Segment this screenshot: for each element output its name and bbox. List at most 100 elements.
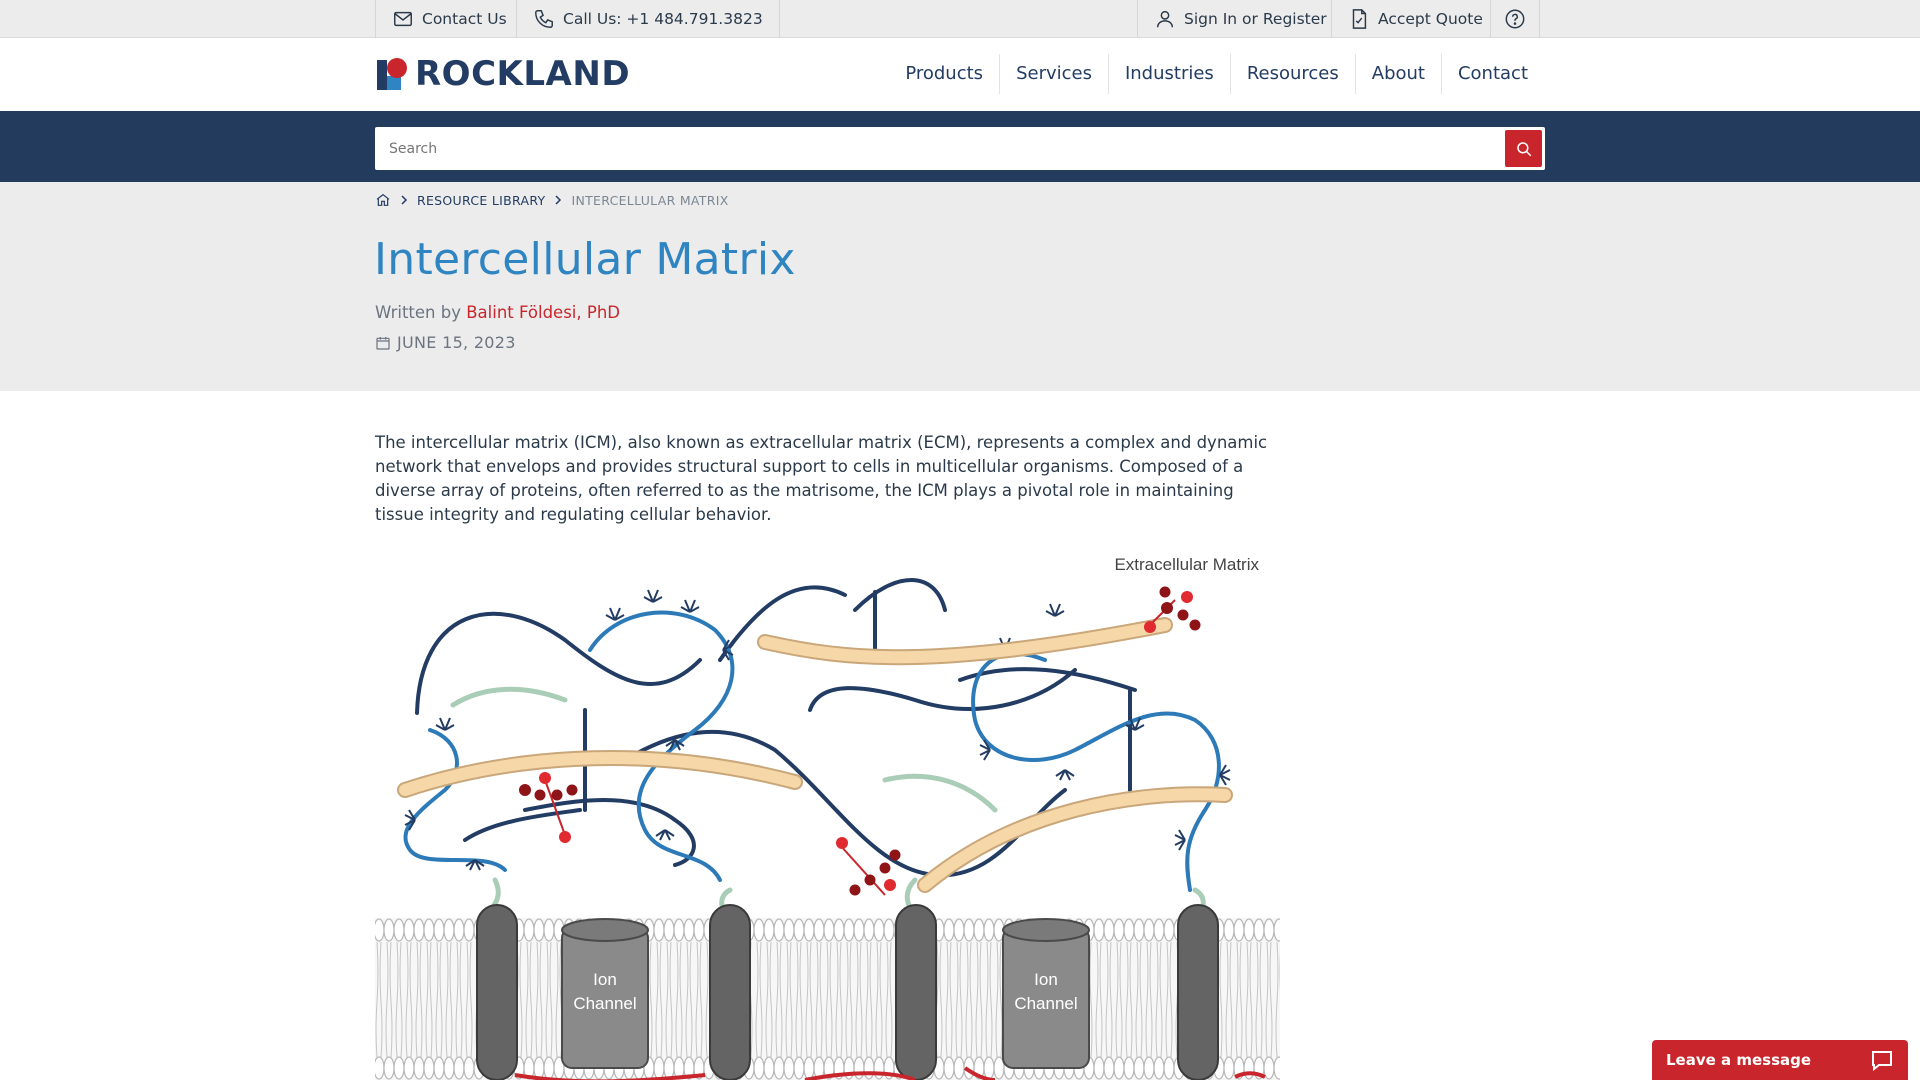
lipid-head (683, 918, 695, 942)
lipid-head (783, 1056, 795, 1080)
lipid-head (773, 918, 785, 942)
lipid-head (663, 1056, 675, 1080)
lipid-head (943, 1056, 955, 1080)
lipid-head (383, 1056, 395, 1080)
lipid-head (673, 918, 685, 942)
sign-in-link[interactable]: Sign In or Register (1137, 0, 1343, 38)
page-title: Intercellular Matrix (374, 234, 796, 285)
user-icon (1156, 10, 1174, 28)
accept-quote-label: Accept Quote (1378, 10, 1483, 28)
lipid-head (973, 918, 985, 942)
lipid-head (383, 918, 395, 942)
help-button[interactable] (1490, 0, 1540, 38)
chat-bubble-icon (1872, 1051, 1892, 1071)
lipid-head (953, 1056, 965, 1080)
lipid-head (953, 918, 965, 942)
search-button[interactable] (1505, 130, 1542, 167)
byline: Written by Balint Földesi, PhD (375, 303, 620, 322)
search-input[interactable] (375, 127, 1501, 170)
ion-channel-1: Ion Channel (561, 918, 649, 1069)
nav-contact[interactable]: Contact (1440, 54, 1544, 94)
publish-date-text: JUNE 15, 2023 (397, 333, 516, 352)
lipid-head (373, 1056, 385, 1080)
lipid-head (1133, 1056, 1145, 1080)
phone-icon (535, 10, 553, 28)
lipid-head (1253, 918, 1265, 942)
lipid-head (873, 918, 885, 942)
search-box (375, 127, 1545, 170)
figure-label: Extracellular Matrix (1114, 555, 1259, 574)
sign-in-label: Sign In or Register (1184, 10, 1327, 28)
lipid-head (653, 1056, 665, 1080)
lipid-head (653, 918, 665, 942)
breadcrumb-resource-library[interactable]: RESOURCE LIBRARY (417, 193, 545, 208)
nav-industries[interactable]: Industries (1107, 54, 1230, 94)
lipid-head (1133, 918, 1145, 942)
lipid-head (533, 918, 545, 942)
lipid-head (543, 918, 555, 942)
call-us-link[interactable]: Call Us: +1 484.791.3823 (516, 0, 780, 38)
breadcrumb-current: INTERCELLULAR MATRIX (571, 192, 729, 208)
contact-us-link[interactable]: Contact Us (375, 0, 523, 38)
lipid-head (1233, 918, 1245, 942)
lipid-head (763, 918, 775, 942)
nav-about[interactable]: About (1354, 54, 1441, 94)
lipid-head (403, 918, 415, 942)
search-band (0, 111, 1920, 182)
lipid-head (1163, 1056, 1175, 1080)
lipid-head (963, 918, 975, 942)
lipid-head (1273, 1056, 1285, 1080)
lipid-head (1153, 1056, 1165, 1080)
lipid-head (413, 918, 425, 942)
lipid-head (1103, 1056, 1115, 1080)
lipid-head (1093, 918, 1105, 942)
lipid-head (1143, 918, 1155, 942)
lipid-head (373, 918, 385, 942)
publish-date: JUNE 15, 2023 (375, 333, 516, 352)
lipid-head (853, 918, 865, 942)
ecm-illustration: Extracellular Matrix Ion Channel Ion Cha… (373, 555, 1285, 1080)
lipid-head (1223, 1056, 1235, 1080)
home-icon[interactable] (375, 192, 391, 208)
leave-message-widget[interactable]: Leave a message (1652, 1040, 1908, 1080)
lipid-head (753, 918, 765, 942)
lipid-head (773, 1056, 785, 1080)
lipid-head (983, 1056, 995, 1080)
lipid-head (863, 1056, 875, 1080)
logo-wordmark: ROCKLAND (415, 54, 631, 94)
main-nav: Products Services Industries Resources A… (889, 54, 1544, 94)
breadcrumb: RESOURCE LIBRARY INTERCELLULAR MATRIX (375, 192, 729, 208)
nav-services[interactable]: Services (999, 54, 1108, 94)
lipid-head (443, 918, 455, 942)
accept-quote-link[interactable]: Accept Quote (1331, 0, 1499, 38)
lipid-head (1263, 918, 1275, 942)
rockland-logo[interactable]: ROCKLAND (375, 56, 630, 92)
lipid-head (433, 918, 445, 942)
lipid-head (763, 1056, 775, 1080)
lipid-head (873, 1056, 885, 1080)
lipid-head (1223, 918, 1235, 942)
lipid-head (1243, 918, 1255, 942)
written-by-label: Written by (375, 303, 461, 322)
lipid-head (463, 918, 475, 942)
lipid-head (833, 918, 845, 942)
lipid-head (783, 918, 795, 942)
calendar-icon (376, 336, 390, 350)
nav-products[interactable]: Products (889, 54, 999, 94)
chevron-right-icon (401, 195, 408, 205)
article-hero: RESOURCE LIBRARY INTERCELLULAR MATRIX In… (0, 182, 1920, 391)
lipid-head (463, 1056, 475, 1080)
ion-channel-2-label-bottom: Channel (1014, 994, 1077, 1013)
author-link[interactable]: Balint Földesi, PhD (466, 303, 620, 322)
extracellular-matrix-figure: Extracellular Matrix Ion Channel Ion Cha… (373, 550, 1285, 1080)
ion-channel-2: Ion Channel (1002, 918, 1090, 1069)
lipid-head (543, 1056, 555, 1080)
article-intro: The intercellular matrix (ICM), also kno… (375, 433, 1268, 524)
nav-resources[interactable]: Resources (1229, 54, 1355, 94)
lipid-head (423, 918, 435, 942)
chevron-right-icon (555, 195, 562, 205)
lipid-head (843, 918, 855, 942)
lipid-head (1243, 1056, 1255, 1080)
utility-bar: Contact Us Call Us: +1 484.791.3823 Sign… (0, 0, 1920, 38)
lipid-head (793, 1056, 805, 1080)
